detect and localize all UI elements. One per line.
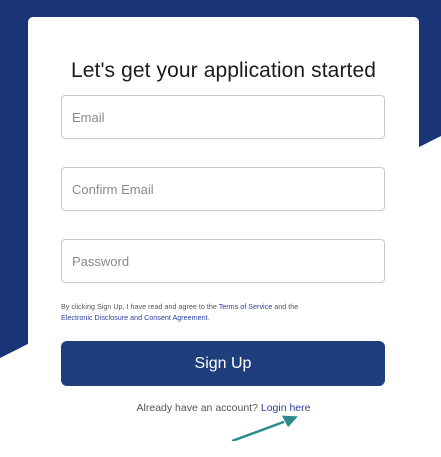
login-prompt: Already have an account? Login here	[28, 402, 419, 414]
sign-up-button[interactable]: Sign Up	[61, 341, 385, 386]
password-input[interactable]	[61, 239, 385, 283]
login-here-link[interactable]: Login here	[261, 402, 311, 414]
terms-prefix: By clicking Sign Up, I have read and agr…	[61, 302, 219, 311]
page-title: Let's get your application started	[70, 59, 377, 82]
electronic-disclosure-link[interactable]: Electronic Disclosure and Consent Agreem…	[61, 313, 208, 322]
confirm-email-input[interactable]	[61, 167, 385, 211]
email-input[interactable]	[61, 95, 385, 139]
terms-text: By clicking Sign Up, I have read and agr…	[61, 301, 391, 323]
login-prompt-text: Already have an account?	[136, 402, 261, 414]
signup-card: Let's get your application started By cl…	[28, 17, 419, 457]
terms-middle: and the	[272, 302, 299, 311]
terms-suffix: .	[207, 313, 210, 322]
terms-of-service-link[interactable]: Terms of Service	[219, 302, 273, 311]
